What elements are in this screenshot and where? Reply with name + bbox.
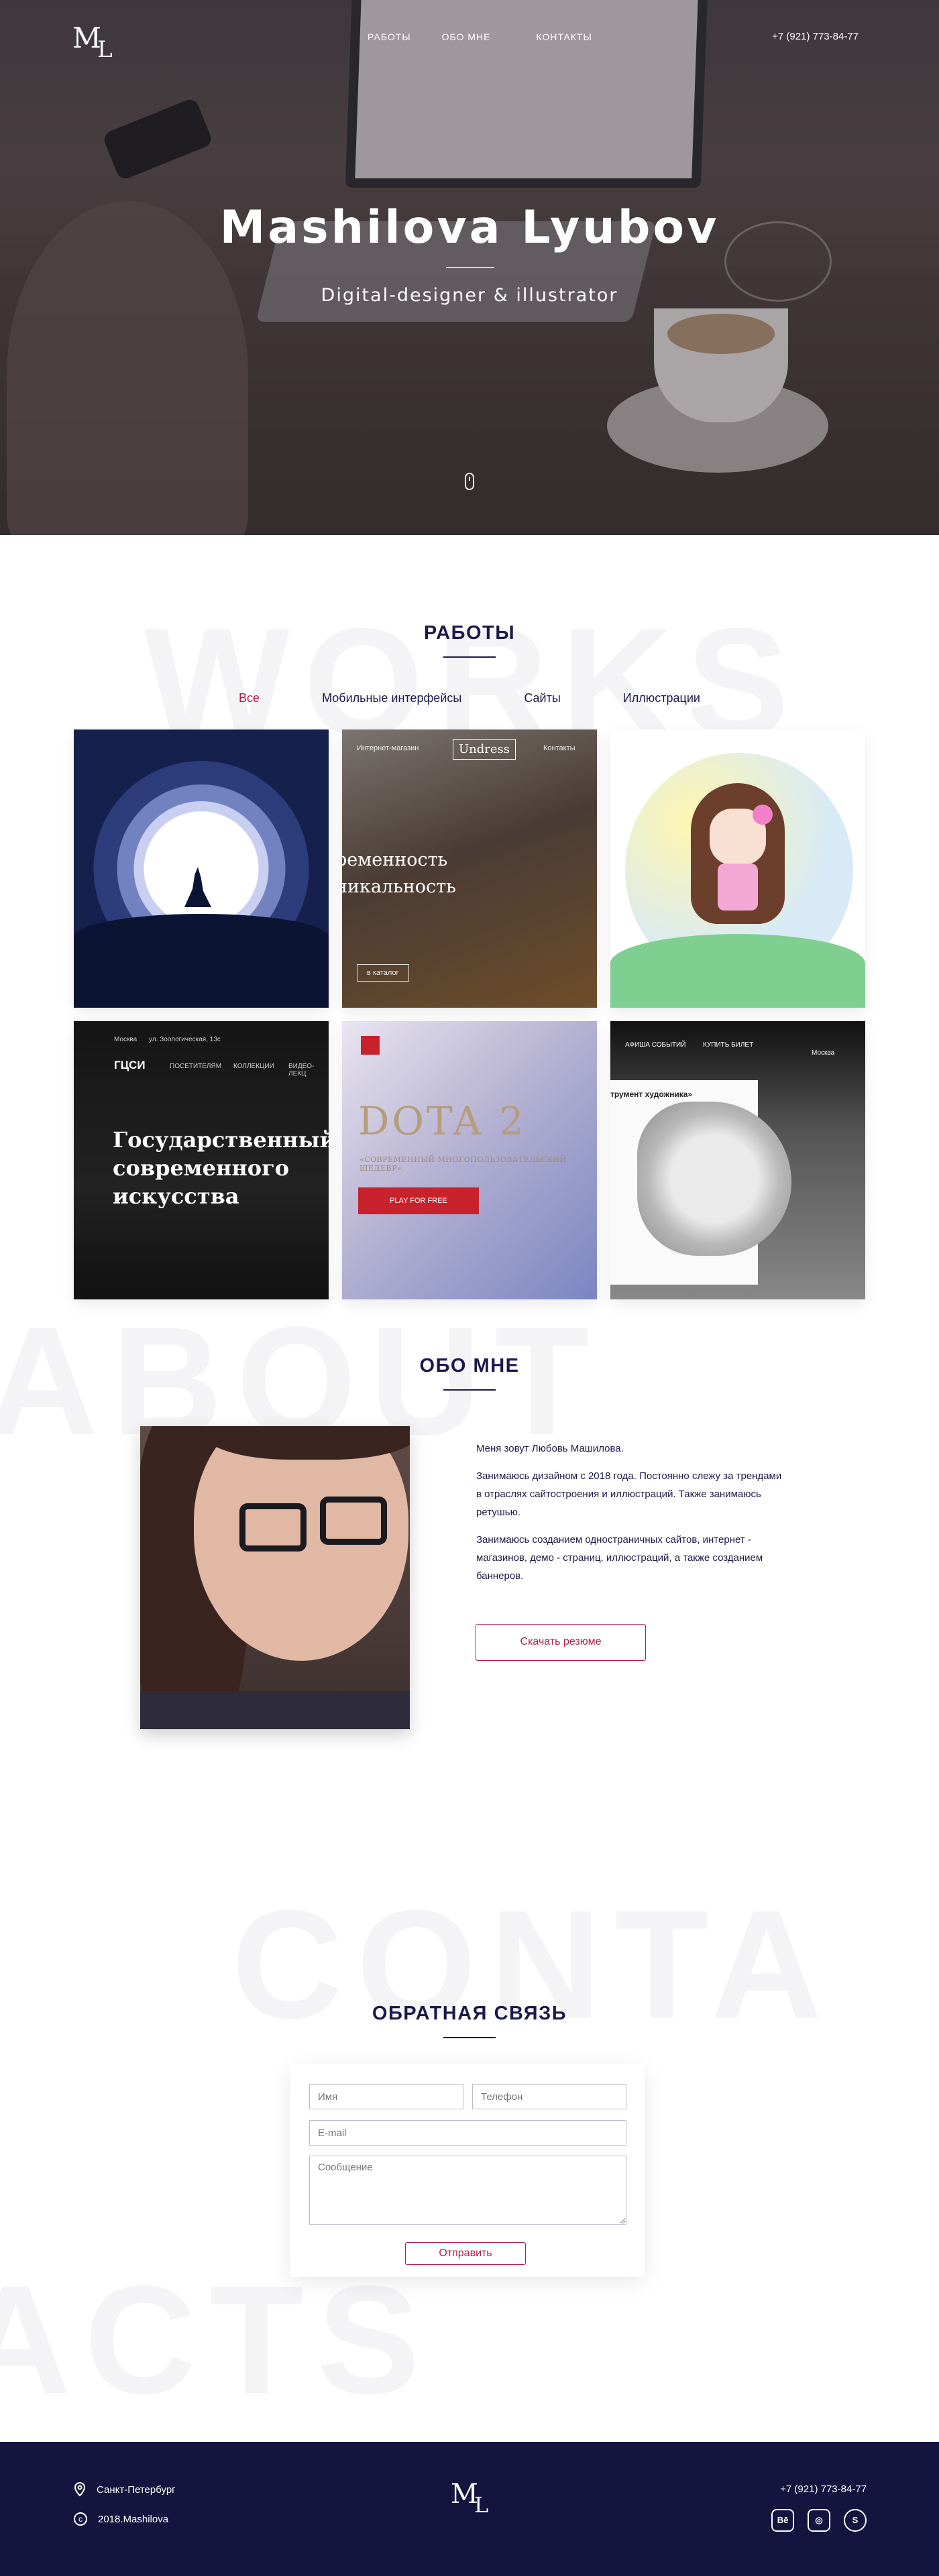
footer-socials: Bē ◎ S [771,2509,867,2532]
works-title-underline [443,656,496,658]
footer-city: Санкт-Петербург [74,2482,176,2497]
work-card-undress[interactable]: Интернет-магазин Undress Контакты ременн… [342,729,597,1008]
undress-top-left: Интернет-магазин [357,744,419,752]
undress-headline: ременность никальность [342,850,456,897]
about-title-underline [443,1389,496,1391]
hero-divider [446,267,494,268]
gcsi-headline: Государственный современного искусства [113,1127,329,1209]
top-nav: ML РАБОТЫ ОБО МНЕ КОНТАКТЫ +7 (921) 773-… [0,0,939,74]
email-input[interactable] [309,2120,626,2146]
work-card-robot[interactable]: АФИША СОБЫТИЙ КУПИТЬ БИЛЕТ Москва трумен… [610,1021,865,1299]
footer-logo[interactable]: ML [451,2479,488,2518]
dota-play-button: PLAY FOR FREE [358,1187,479,1214]
copyright-icon: c [74,2512,87,2526]
work-card-girl-illustration[interactable] [610,729,865,1008]
name-input[interactable] [309,2084,463,2109]
gcsi-logo: ГЦСИ [114,1059,146,1071]
about-paragraph: Меня зовут Любовь Машилова. [476,1443,624,1454]
contacts-title: ОБРАТНАЯ СВЯЗЬ [372,2003,567,2024]
filter-sites[interactable]: Сайты [524,691,560,705]
skype-icon[interactable]: S [844,2509,867,2532]
footer-copyright: c 2018.Mashilova [74,2512,168,2526]
robot-headline: трумент художника» [610,1090,693,1099]
location-pin-icon [74,2482,86,2497]
hero: ML РАБОТЫ ОБО МНЕ КОНТАКТЫ +7 (921) 773-… [0,0,939,535]
filter-illustrations[interactable]: Иллюстрации [623,691,700,705]
contacts-bg-word-2: ACTS [0,2253,434,2426]
main-menu: РАБОТЫ ОБО МНЕ КОНТАКТЫ [368,32,623,42]
about-paragraph: Занимаюсь созданием одностраничных сайто… [476,1534,763,1582]
contacts-title-underline [443,2037,496,2038]
works-title: РАБОТЫ [423,622,516,644]
footer-phone[interactable]: +7 (921) 773-84-77 [780,2483,867,2495]
nav-link-contacts[interactable]: КОНТАКТЫ [536,32,592,42]
message-textarea[interactable] [309,2156,626,2225]
about-photo [140,1426,410,1729]
work-card-wolf[interactable] [74,729,329,1008]
hero-title: Mashilova Lyubov [219,201,720,254]
wolf-illustration [184,867,211,907]
hero-subtitle: Digital-designer & illustrator [321,285,618,306]
filter-mobile[interactable]: Мобильные интерфейсы [322,691,461,705]
undress-catalog-button: в каталог [357,964,409,982]
robot-hand-image [637,1102,791,1256]
nav-link-about[interactable]: ОБО МНЕ [442,32,491,42]
send-button[interactable]: Отправить [405,2242,526,2265]
dota-title: DOTA 2 [358,1098,527,1144]
undress-brand: Undress [453,739,516,760]
contacts-section: CONTA ACTS ОБРАТНАЯ СВЯЗЬ Отправить [0,1827,939,2442]
download-resume-button[interactable]: Скачать резюме [476,1624,646,1661]
feedback-form: Отправить [290,2064,645,2277]
filter-all[interactable]: Все [239,691,260,705]
works-section: WORKS РАБОТЫ Все Мобильные интерфейсы Са… [0,535,939,1299]
undress-top-right: Контакты [543,744,575,752]
instagram-icon[interactable]: ◎ [808,2509,830,2532]
nav-link-works[interactable]: РАБОТЫ [368,32,411,42]
about-text: Меня зовут Любовь Машилова. Занимаюсь ди… [476,1440,785,1594]
work-card-dota[interactable]: DOTA 2 «СОВРЕМЕННЫЙ МНОГОПОЛЬЗОВАТЕЛЬСКИ… [342,1021,597,1299]
phone-input[interactable] [472,2084,626,2109]
works-grid: Интернет-магазин Undress Контакты ременн… [74,729,865,1299]
dota-logo-icon [361,1036,380,1055]
about-paragraph: Занимаюсь дизайном с 2018 года. Постоянн… [476,1470,782,1518]
dota-tagline: «СОВРЕМЕННЫЙ МНОГОПОЛЬЗОВАТЕЛЬСКИЙ ШЕДЕВ… [360,1155,567,1173]
footer: Санкт-Петербург c 2018.Mashilova ML +7 (… [0,2442,939,2576]
scroll-mouse-icon[interactable] [465,473,474,490]
works-filters: Все Мобильные интерфейсы Сайты Иллюстрац… [0,691,939,705]
work-card-gcsi[interactable]: Москва ул. Зоологическая, 13с ГЦСИ ПОСЕТ… [74,1021,329,1299]
site-logo[interactable]: ML [72,24,112,62]
flower-icon [753,805,773,825]
about-section: ABOUT ОБО МНЕ Меня зовут Любовь Машилова… [0,1291,939,1827]
header-phone[interactable]: +7 (921) 773-84-77 [772,31,859,42]
behance-icon[interactable]: Bē [771,2509,794,2532]
about-title: ОБО МНЕ [419,1355,520,1377]
